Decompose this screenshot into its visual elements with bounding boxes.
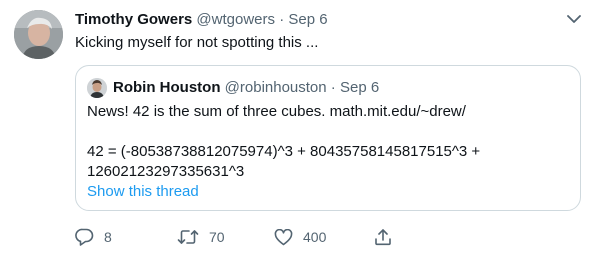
retweet-count: 70 bbox=[209, 229, 225, 245]
author-handle[interactable]: @wtgowers bbox=[196, 11, 275, 28]
author-name[interactable]: Timothy Gowers bbox=[75, 11, 192, 28]
tweet-actions: 8 70 400 bbox=[75, 226, 392, 248]
like-count: 400 bbox=[303, 229, 327, 245]
heart-icon bbox=[274, 228, 293, 245]
quoted-text-line1: News! 42 is the sum of three cubes. bbox=[87, 103, 330, 120]
quoted-text-line3: 12602123297335631^3 bbox=[87, 163, 245, 180]
quoted-tweet-text: News! 42 is the sum of three cubes. math… bbox=[87, 102, 567, 182]
chevron-down-icon bbox=[567, 14, 581, 23]
author-avatar[interactable] bbox=[14, 10, 63, 59]
quoted-tweet[interactable]: Robin Houston @robinhouston · Sep 6 News… bbox=[75, 65, 581, 211]
quoted-tweet-date: Sep 6 bbox=[339, 79, 380, 96]
quoted-text-line2: 42 = (-80538738812075974)^3 + 8043575814… bbox=[87, 143, 481, 160]
tweet-date[interactable]: Sep 6 bbox=[288, 11, 327, 28]
share-icon bbox=[375, 229, 391, 246]
share-button[interactable] bbox=[374, 228, 392, 246]
reply-count: 8 bbox=[104, 229, 112, 245]
retweet-icon bbox=[177, 230, 199, 244]
reply-icon bbox=[75, 228, 94, 246]
retweet-button[interactable]: 70 bbox=[177, 229, 274, 245]
quoted-author-avatar bbox=[87, 78, 107, 98]
quoted-tweet-header: Robin Houston @robinhouston · Sep 6 bbox=[113, 78, 379, 98]
more-options-button[interactable] bbox=[563, 8, 585, 30]
show-thread-link[interactable]: Show this thread bbox=[87, 182, 199, 202]
tweet-card[interactable]: Timothy Gowers @wtgowers · Sep 6 Kicking… bbox=[0, 0, 601, 255]
separator-dot: · bbox=[279, 11, 285, 28]
tweet-text: Kicking myself for not spotting this ... bbox=[75, 34, 319, 51]
quoted-link[interactable]: math.mit.edu/~drew/ bbox=[330, 103, 466, 120]
quoted-author-name: Robin Houston bbox=[113, 79, 221, 96]
like-button[interactable]: 400 bbox=[274, 228, 374, 246]
quoted-author-handle: @robinhouston bbox=[224, 79, 327, 96]
quoted-separator-dot: · bbox=[330, 79, 336, 96]
tweet-header: Timothy Gowers @wtgowers · Sep 6 bbox=[75, 11, 328, 29]
reply-button[interactable]: 8 bbox=[75, 228, 177, 246]
